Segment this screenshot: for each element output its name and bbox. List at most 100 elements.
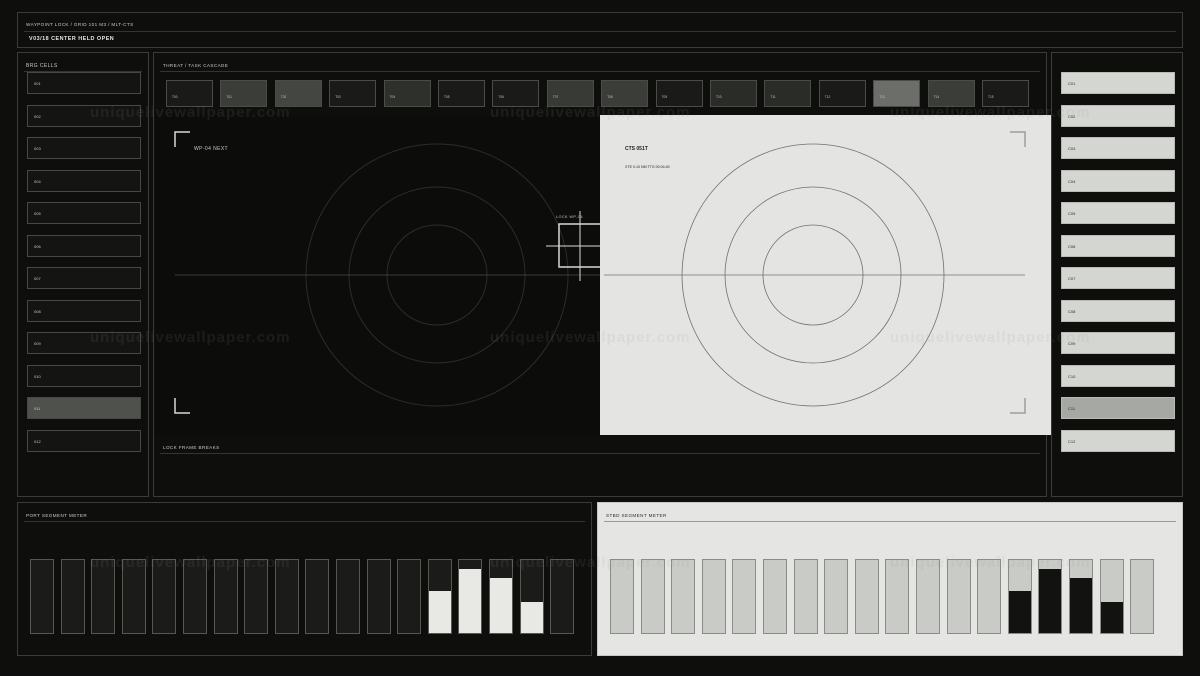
- cascade-cell-label: T14: [933, 95, 940, 99]
- cascade-cell-13[interactable]: T13: [873, 80, 921, 107]
- c-cell-label: C03: [1068, 146, 1076, 151]
- cascade-cell-label: T06: [498, 95, 504, 99]
- brg-cell-0[interactable]: 001: [27, 72, 141, 94]
- c-cell-label: C05: [1068, 211, 1076, 216]
- cascade-cell-0[interactable]: T00: [166, 80, 213, 107]
- stbd-segment-7: [824, 559, 849, 634]
- c-cell-10[interactable]: C11: [1061, 397, 1175, 419]
- scope-right: CTS 051T XTE 0.10 NM TTG 00:04:40: [600, 115, 1051, 435]
- cascade-cell-2[interactable]: T02: [274, 80, 322, 107]
- c-cell-5[interactable]: C06: [1061, 234, 1175, 257]
- watermark: uniquelivewallpaper.com: [490, 329, 691, 346]
- cascade-cell-11[interactable]: T11: [764, 80, 812, 107]
- cascade-cell-5[interactable]: T05: [438, 80, 485, 107]
- cascade-cell-label: T09: [661, 95, 668, 99]
- stbd-segment-6: [793, 559, 818, 634]
- cascade-cell-label: T12: [824, 95, 831, 99]
- cascade-cell-10[interactable]: T10: [710, 80, 757, 107]
- port-segment-fill: [520, 601, 543, 633]
- watermark: uniquelivewallpaper.com: [490, 554, 691, 571]
- cascade-cell-label: T13: [879, 95, 885, 99]
- brg-cell-3[interactable]: 004: [27, 169, 141, 192]
- cascade-cell-label: T05: [444, 95, 450, 99]
- c-cell-label: C06: [1068, 243, 1076, 249]
- c-cell-6[interactable]: C07: [1061, 267, 1175, 289]
- cascade-cell-15[interactable]: T15: [982, 80, 1029, 107]
- port-segment-fill: [459, 568, 482, 633]
- port-segment-fill: [428, 591, 451, 633]
- brg-cells-title: BRG CELLS: [26, 63, 58, 69]
- stbd-divider: [604, 521, 1176, 522]
- cascade-cell-label: T11: [770, 95, 776, 99]
- c-cell-label: C11: [1068, 406, 1076, 411]
- header-divider: [24, 31, 1176, 32]
- stbd-segment-16: [1099, 559, 1124, 634]
- port-segment-11: [366, 559, 391, 634]
- watermark: uniquelivewallpaper.com: [490, 104, 691, 121]
- stbd-segment-fill: [1008, 591, 1031, 633]
- cascade-cell-14[interactable]: T14: [927, 80, 975, 107]
- cascade-cell-3[interactable]: T03: [329, 80, 377, 107]
- cascade-cell-6[interactable]: T06: [492, 80, 540, 107]
- brg-cell-7[interactable]: 008: [27, 299, 141, 322]
- port-segment-1: [60, 559, 85, 634]
- cascade-cell-8[interactable]: T08: [601, 80, 649, 107]
- watermark: uniquelivewallpaper.com: [90, 554, 291, 571]
- cascade-divider: [160, 71, 1040, 72]
- brg-cell-label: 001: [34, 81, 41, 86]
- stbd-segment-5: [763, 559, 787, 634]
- cascade-cell-9[interactable]: T09: [655, 80, 703, 107]
- c-cell-label: C12: [1068, 438, 1076, 444]
- cascade-cell-1[interactable]: T01: [220, 80, 268, 107]
- brg-cell-label: 011: [34, 406, 41, 411]
- brg-cell-4[interactable]: 005: [27, 202, 141, 224]
- header-path: WAYPOINT LOCK / GRID 101 M3 / MLT-CTS: [26, 22, 134, 27]
- c-cell-7[interactable]: C08: [1061, 299, 1175, 322]
- c-cell-label: C01: [1068, 81, 1076, 86]
- watermark: uniquelivewallpaper.com: [90, 104, 291, 121]
- cascade-cell-7[interactable]: T07: [546, 80, 594, 107]
- stbd-segment-8: [854, 559, 879, 634]
- brg-cell-10[interactable]: 011: [27, 397, 141, 419]
- brg-cell-11[interactable]: 012: [27, 429, 141, 452]
- c-cell-label: C08: [1068, 308, 1076, 314]
- c-cell-0[interactable]: C01: [1061, 72, 1175, 94]
- c-cell-11[interactable]: C12: [1061, 429, 1175, 452]
- c-cell-3[interactable]: C04: [1061, 169, 1175, 192]
- cascade-cell-label: T15: [988, 95, 994, 99]
- cascade-cell-label: T08: [607, 95, 613, 99]
- brg-cell-label: 005: [34, 211, 41, 216]
- port-segment-12: [397, 559, 422, 634]
- brg-cell-label: 004: [34, 178, 41, 184]
- cascade-cell-12[interactable]: T12: [818, 80, 866, 107]
- port-segment-14: [458, 559, 483, 634]
- brg-cell-label: 009: [34, 341, 41, 346]
- brg-cell-label: 010: [34, 373, 41, 379]
- course-subline: XTE 0.10 NM TTG 00:04:40: [625, 165, 670, 169]
- cascade-cell-label: T04: [389, 95, 396, 99]
- c-cell-9[interactable]: C10: [1061, 364, 1175, 387]
- brg-cell-5[interactable]: 006: [27, 234, 141, 257]
- c-cell-label: C07: [1068, 276, 1076, 281]
- stbd-segment-fill: [1070, 578, 1092, 633]
- brg-cell-2[interactable]: 003: [27, 137, 141, 159]
- brg-cell-label: 006: [34, 243, 41, 249]
- c-cell-label: C04: [1068, 178, 1076, 184]
- waypoint-next-label: WP-04 NEXT: [194, 146, 229, 152]
- cascade-cell-label: T03: [335, 95, 341, 99]
- c-cell-2[interactable]: C03: [1061, 137, 1175, 159]
- header-title: V03/18 CENTER HELD OPEN: [29, 36, 115, 42]
- brg-cell-9[interactable]: 010: [27, 364, 141, 387]
- cascade-cell-label: T00: [172, 95, 178, 99]
- cascade-cell-4[interactable]: T04: [383, 80, 431, 107]
- lock-frame-label: LOCK FRAME BREAKS: [163, 445, 220, 450]
- watermark: uniquelivewallpaper.com: [90, 329, 291, 346]
- port-segment-fill: [490, 578, 512, 633]
- watermark: uniquelivewallpaper.com: [890, 329, 1091, 346]
- stbd-meter-panel: STBD SEGMENT METER: [597, 502, 1183, 656]
- c-cell-4[interactable]: C05: [1061, 202, 1175, 224]
- brg-cell-6[interactable]: 007: [27, 267, 141, 289]
- brg-cell-label: 008: [34, 308, 41, 314]
- port-segment-9: [305, 559, 330, 634]
- cascade-title: THREAT / TASK CASCADE: [163, 63, 229, 68]
